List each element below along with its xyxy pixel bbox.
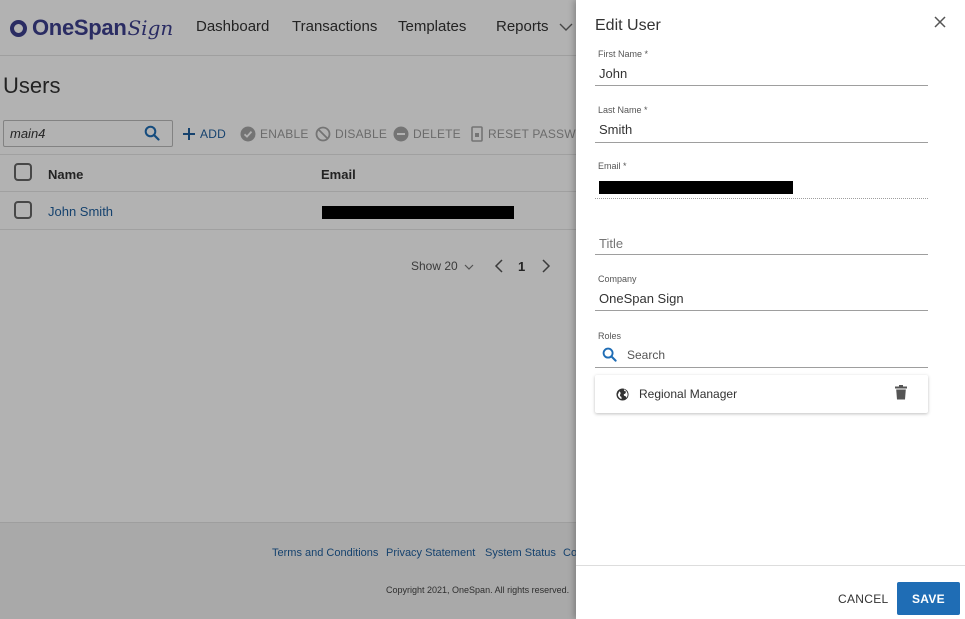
title-underline: [595, 254, 928, 255]
edit-user-drawer: Edit User First Name * Last Name * Email…: [576, 0, 965, 619]
role-item: Regional Manager: [595, 375, 928, 413]
first-name-label: First Name *: [598, 49, 649, 59]
title-input[interactable]: [599, 236, 919, 251]
globe-icon: [616, 388, 629, 406]
roles-search-input[interactable]: [627, 348, 907, 362]
drawer-footer: CANCEL SAVE: [576, 565, 965, 619]
roles-search-field[interactable]: [595, 343, 928, 368]
company-label: Company: [598, 274, 637, 284]
company-field[interactable]: Company: [595, 274, 928, 312]
roles-label: Roles: [598, 331, 622, 341]
first-name-underline: [595, 85, 928, 86]
email-field[interactable]: Email *: [595, 161, 928, 201]
trash-icon[interactable]: [895, 385, 907, 405]
first-name-field[interactable]: First Name *: [595, 49, 928, 87]
cancel-button[interactable]: CANCEL: [838, 592, 888, 606]
title-field[interactable]: [595, 230, 928, 256]
last-name-input[interactable]: [599, 122, 919, 137]
last-name-label: Last Name *: [598, 105, 648, 115]
redacted-email-value: [599, 181, 793, 194]
role-name: Regional Manager: [639, 387, 738, 401]
last-name-underline: [595, 142, 928, 143]
last-name-field[interactable]: Last Name *: [595, 105, 928, 143]
save-button[interactable]: SAVE: [897, 582, 960, 615]
email-underline: [595, 198, 928, 199]
close-icon[interactable]: [931, 13, 949, 31]
email-label: Email *: [598, 161, 627, 171]
company-input[interactable]: [599, 291, 919, 306]
modal-backdrop[interactable]: [0, 0, 576, 619]
drawer-title: Edit User: [595, 17, 661, 34]
company-underline: [595, 310, 928, 311]
first-name-input[interactable]: [599, 66, 919, 81]
search-icon: [602, 347, 617, 367]
